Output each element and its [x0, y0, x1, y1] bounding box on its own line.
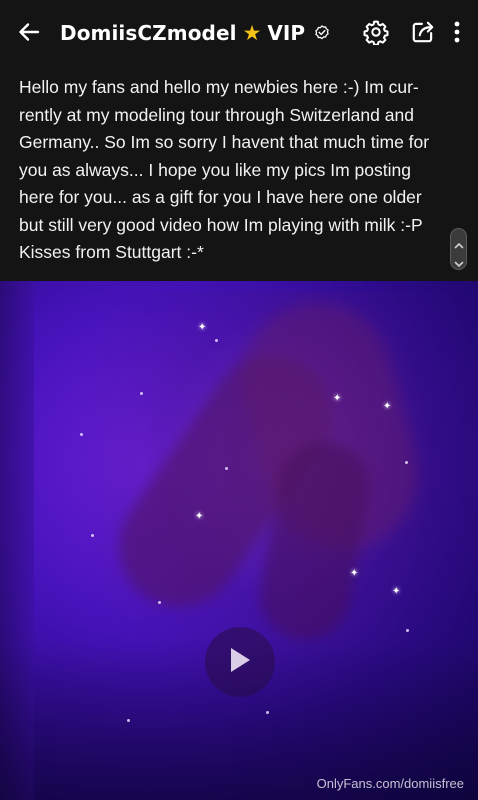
profile-name: DomiisCZmodel	[60, 21, 237, 45]
vip-label: VIP	[267, 21, 305, 45]
sparkle-dot	[80, 433, 83, 436]
more-vertical-icon	[453, 20, 461, 48]
watermark: OnlyFans.com/domiisfree	[316, 776, 464, 791]
profile-title[interactable]: DomiisCZmodel ★ VIP	[60, 18, 331, 48]
post-caption: Hello my fans and hello my newbies here …	[0, 66, 478, 281]
share-button[interactable]	[406, 17, 440, 51]
more-options-button[interactable]	[446, 17, 468, 51]
caption-scroll-control[interactable]	[450, 228, 467, 270]
sparkle-icon: ✦	[198, 322, 207, 333]
sparkle-dot	[140, 392, 143, 395]
sparkle-icon: ✦	[383, 401, 392, 412]
play-icon	[228, 646, 252, 678]
sparkle-dot	[405, 461, 408, 464]
top-bar: DomiisCZmodel ★ VIP	[0, 0, 478, 66]
back-button[interactable]	[14, 19, 44, 49]
sparkle-dot	[158, 601, 161, 604]
sparkle-icon: ✦	[392, 586, 401, 597]
sparkle-icon: ✦	[333, 393, 342, 404]
chevron-down-icon[interactable]	[454, 253, 464, 272]
play-button[interactable]	[205, 627, 275, 697]
sparkle-dot	[127, 719, 130, 722]
gear-icon	[363, 19, 389, 49]
star-icon: ★	[242, 20, 262, 45]
sparkle-dot	[215, 339, 218, 342]
sparkle-icon: ✦	[195, 511, 204, 522]
sparkle-dot	[91, 534, 94, 537]
settings-button[interactable]	[359, 17, 393, 51]
arrow-left-icon	[17, 20, 41, 48]
video-preview[interactable]: ✦ ✦ ✦ ✦ ✦ ✦ OnlyFans.com/domiisfree	[0, 281, 478, 800]
sparkle-icon: ✦	[350, 568, 359, 579]
share-icon	[410, 19, 436, 49]
verified-check-icon	[313, 24, 331, 42]
sparkle-dot	[406, 629, 409, 632]
sparkle-dot	[266, 711, 269, 714]
sparkle-dot	[225, 467, 228, 470]
chevron-up-icon[interactable]	[454, 234, 464, 253]
